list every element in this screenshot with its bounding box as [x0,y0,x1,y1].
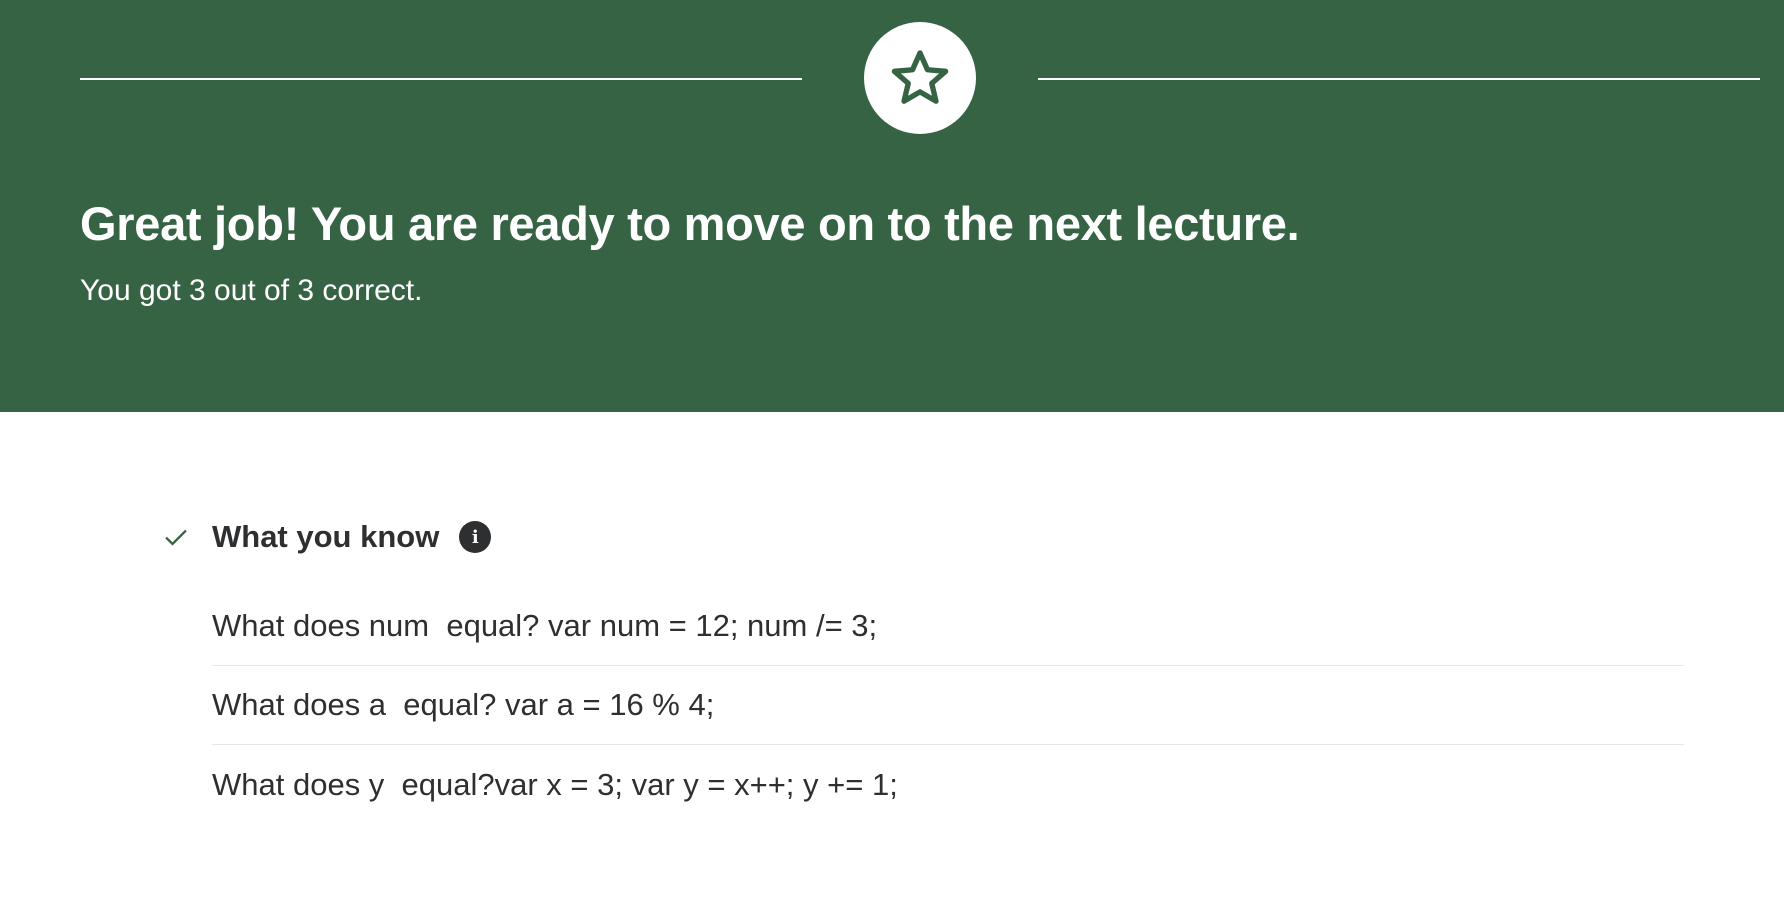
score-text: You got 3 out of 3 correct. [80,274,423,307]
list-item: What does y equal?var x = 3; var y = x++… [212,766,898,802]
divider-right [1038,78,1760,80]
knowledge-summary: What you know i What does num equal? var… [0,412,1784,902]
list-item: What does num equal? var num = 12; num /… [212,587,1684,666]
check-icon [160,521,192,553]
divider-left [80,78,802,80]
list-item: What does a equal? var a = 16 % 4; [212,666,1684,745]
star-badge [864,22,976,134]
results-banner: Great job! You are ready to move on to t… [0,0,1784,412]
question-list: What does num equal? var num = 12; num /… [212,587,1684,824]
info-icon[interactable]: i [459,521,492,553]
star-icon [891,50,949,104]
result-headline: Great job! You are ready to move on to t… [80,197,1300,250]
section-title: What you know [212,519,440,554]
section-header: What you know i [160,512,492,562]
